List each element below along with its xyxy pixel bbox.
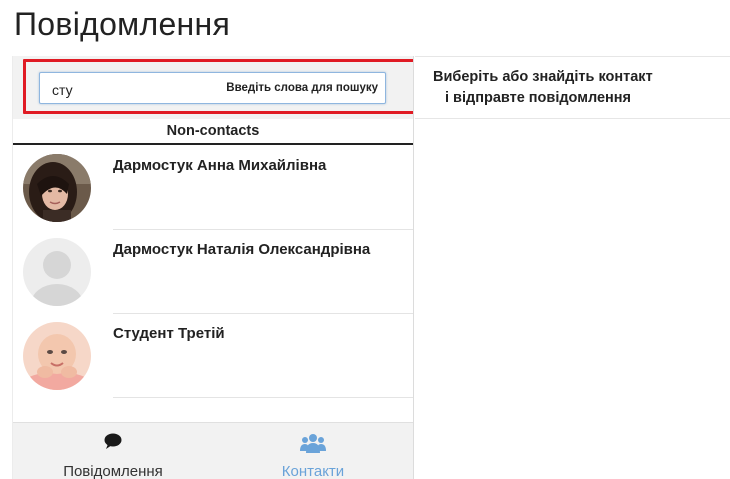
conversation-header: Виберіть або знайдіть контакт і відправт… [415, 56, 730, 119]
search-area: сту Введіть слова для пошуку [13, 56, 413, 119]
prompt-line-1: Виберіть або знайдіть контакт [433, 69, 653, 85]
avatar[interactable] [23, 238, 91, 306]
nav-tab-contacts[interactable]: Контакти [213, 423, 413, 479]
page-title: Повідомлення [14, 6, 231, 42]
search-input[interactable]: сту Введіть слова для пошуку [39, 72, 386, 104]
contact-row[interactable]: Дармостук Анна Михайлівна [13, 146, 413, 230]
contact-name[interactable]: Студент Третій [113, 320, 408, 347]
row-divider [113, 397, 413, 398]
search-input-value[interactable]: сту [52, 82, 73, 98]
speech-bubble-icon [104, 433, 122, 454]
select-contact-prompt: Виберіть або знайдіть контакт і відправт… [433, 67, 730, 109]
contact-name[interactable]: Дармостук Анна Михайлівна [113, 152, 408, 179]
contact-row[interactable]: Студент Третій [13, 314, 413, 398]
photo-avatar-baby-icon [23, 322, 91, 390]
photo-avatar-woman-icon [23, 154, 91, 222]
nav-label[interactable]: Повідомлення [13, 463, 213, 479]
nav-tab-messages[interactable]: Повідомлення [13, 423, 213, 479]
users-icon [300, 433, 326, 458]
prompt-line-2: і відправте повідомлення [445, 90, 632, 106]
avatar[interactable] [23, 322, 91, 390]
default-user-avatar-icon [23, 238, 91, 306]
avatar[interactable] [23, 154, 91, 222]
bottom-nav: Повідомлення Контакти [13, 422, 413, 479]
nav-label[interactable]: Контакти [213, 463, 413, 479]
contact-row[interactable]: Дармостук Наталія Олександрівна [13, 230, 413, 314]
conversation-panel: Виберіть або знайдіть контакт і відправт… [415, 56, 730, 479]
search-hint: Введіть слова для пошуку [226, 82, 378, 94]
contacts-panel: сту Введіть слова для пошуку Non-contact… [12, 56, 414, 479]
section-header-non-contacts: Non-contacts [13, 119, 413, 145]
contact-name[interactable]: Дармостук Наталія Олександрівна [113, 236, 408, 263]
